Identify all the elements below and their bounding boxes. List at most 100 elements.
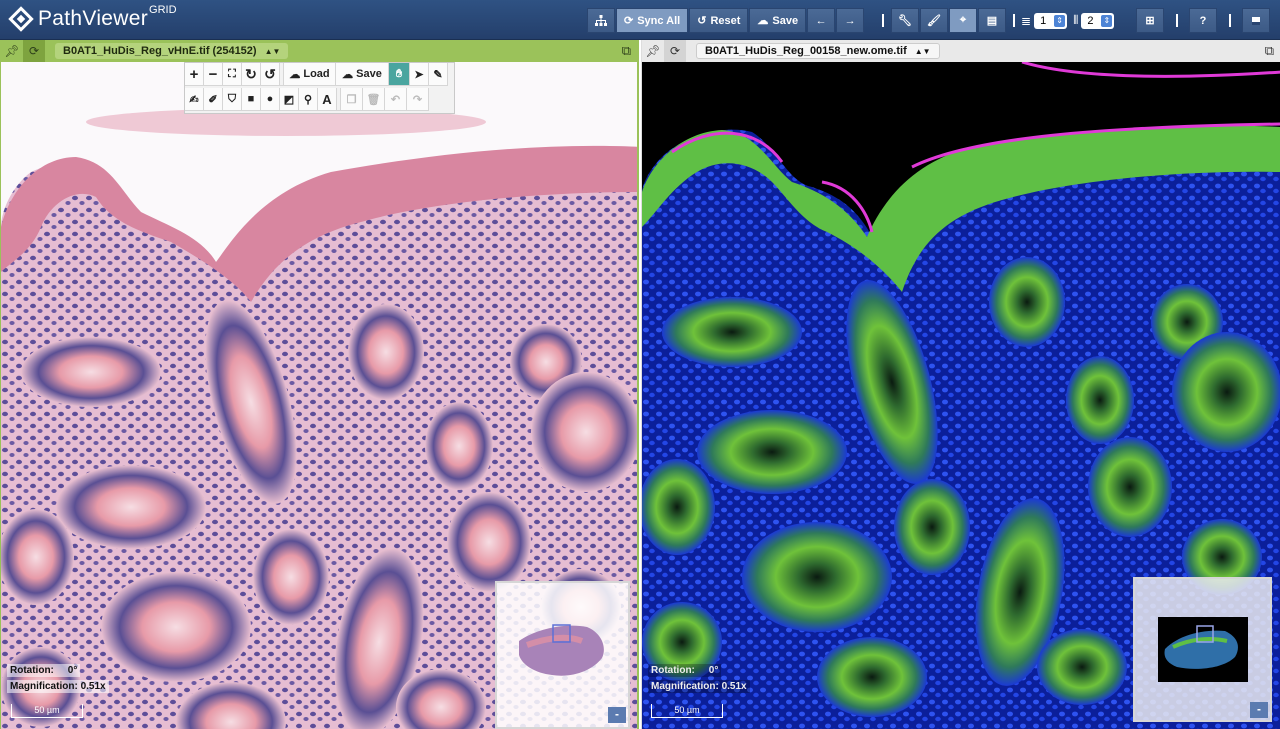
fit-view-button[interactable]: ⛶ <box>223 63 242 86</box>
navigator-minimap[interactable]: - <box>1133 577 1272 722</box>
navigator-minimap[interactable]: - <box>495 581 630 729</box>
list-icon: ▤ <box>986 15 998 27</box>
cloud-upload-icon: ☁ <box>342 68 354 81</box>
ruler-tool-button[interactable]: ◩ <box>280 88 299 111</box>
crosshair-icon: ⌖ <box>959 14 967 26</box>
layout-tools: ⊞ ? <box>1136 8 1271 33</box>
forward-button[interactable]: → <box>836 8 865 33</box>
pen-fill-tool-button[interactable]: ✍︎ <box>185 88 204 111</box>
minimize-icon <box>1252 16 1260 25</box>
marker-tool-button[interactable]: ⚲ <box>299 88 318 111</box>
crosshair-button[interactable]: ⌖ <box>949 8 977 33</box>
help-button[interactable]: ? <box>1189 8 1217 33</box>
scale-bar: 50 µm <box>651 704 723 718</box>
load-label: Load <box>303 68 330 80</box>
wrench-button[interactable]: 🔧︎ <box>891 8 919 33</box>
chevron-updown-icon: ▲▼ <box>264 46 281 56</box>
minus-icon: − <box>208 65 218 83</box>
navigator-thumbnail <box>1158 617 1248 682</box>
text-icon: A <box>322 91 332 107</box>
sync-panel-icon[interactable]: ⟳ <box>23 40 45 62</box>
fluorescence-slide-view[interactable]: Rotation: 0° Magnification: 0.51x 50 µm … <box>642 62 1280 729</box>
sync-all-label: Sync All <box>637 14 681 27</box>
redo-button[interactable]: ↷ <box>407 88 429 111</box>
grid-layout-button[interactable]: ⊞ <box>1136 8 1164 33</box>
panel-title-bar: 📌︎ ⟳ B0AT1_HuDis_Reg_00158_new.ome.tif ▲▼… <box>642 40 1280 62</box>
rotate-ccw-button[interactable]: ↺ <box>261 63 280 86</box>
grid-icon: ⊞ <box>1145 15 1155 27</box>
brush-button[interactable]: 🖌︎ <box>920 8 948 33</box>
help-icon: ? <box>1199 14 1207 27</box>
save-button[interactable]: ☁ Save <box>749 8 807 33</box>
pin-icon[interactable]: 📌︎ <box>642 40 664 62</box>
zoom-in-button[interactable]: + <box>185 63 204 86</box>
rows-stepper[interactable]: 1 ⇕ <box>1034 12 1068 29</box>
circle-icon: ● <box>266 93 274 105</box>
reset-label: Reset <box>710 14 741 27</box>
columns-stepper[interactable]: 2 ⇕ <box>1081 12 1115 29</box>
copy-button[interactable]: ❐ <box>341 88 363 111</box>
polygon-tool-button[interactable]: ⛉ <box>223 88 242 111</box>
rotate-cw-button[interactable]: ↻ <box>242 63 261 86</box>
app-name-superscript: GRID <box>149 4 177 16</box>
open-external-icon[interactable]: ⧉ <box>622 43 631 59</box>
rows-value: 1 <box>1040 14 1047 27</box>
grid-size-tools: ≣ 1 ⇕ ⦀ 2 ⇕ <box>1007 8 1115 33</box>
text-tool-button[interactable]: A <box>318 88 337 111</box>
navigator-minimize-button[interactable]: - <box>608 707 626 723</box>
polygon-icon: ⛉ <box>227 92 237 105</box>
sync-tools: ⟳ Sync All ↺ Reset ☁ Save ← → <box>587 8 865 33</box>
rectangle-tool-button[interactable]: ■ <box>242 88 261 111</box>
spinner-icon[interactable]: ⇕ <box>1054 14 1066 27</box>
list-button[interactable]: ▤ <box>978 8 1006 33</box>
save-label: Save <box>772 14 799 27</box>
cloud-upload-icon: ☁ <box>757 15 769 27</box>
viewer-panel-left: 📌︎ ⟳ B0AT1_HuDis_Reg_vHnE.tif (254152) ▲▼… <box>0 40 639 729</box>
expand-icon: ⛶ <box>228 67 236 80</box>
divider <box>1229 14 1231 27</box>
ellipse-tool-button[interactable]: ● <box>261 88 280 111</box>
delete-button[interactable]: 🗑︎ <box>363 88 385 111</box>
top-bar: PathViewer GRID ⟳ Sync All ↺ Reset ☁ Save ←… <box>0 0 1280 40</box>
file-name: B0AT1_HuDis_Reg_00158_new.ome.tif <box>705 45 907 57</box>
navigator-minimize-button[interactable]: - <box>1250 702 1268 718</box>
load-annotations-button[interactable]: ☁ Load <box>284 63 336 86</box>
hierarchy-icon <box>595 14 607 26</box>
undo-button[interactable]: ↶ <box>385 88 407 111</box>
brush-icon: 🖌︎ <box>927 15 941 27</box>
app-logo: PathViewer GRID <box>8 4 177 32</box>
scale-bar: 50 µm <box>11 704 83 718</box>
zoom-out-button[interactable]: − <box>204 63 223 86</box>
save-annotations-button[interactable]: ☁ Save <box>336 63 389 86</box>
pan-tool-button[interactable]: ✋︎ <box>389 63 410 86</box>
pen-icon: ✎ <box>433 68 443 81</box>
arrow-left-icon: ← <box>815 14 827 27</box>
sync-panel-icon[interactable]: ⟳ <box>664 40 686 62</box>
file-name: B0AT1_HuDis_Reg_vHnE.tif (254152) <box>63 45 257 57</box>
rows-icon: ≣ <box>1021 13 1032 28</box>
pin-icon[interactable]: 📌︎ <box>1 40 23 62</box>
file-select[interactable]: B0AT1_HuDis_Reg_00158_new.ome.tif ▲▼ <box>696 43 940 59</box>
back-button[interactable]: ← <box>807 8 836 33</box>
spinner-icon[interactable]: ⇕ <box>1101 14 1113 27</box>
square-icon: ■ <box>247 93 255 105</box>
logo-diamond-icon <box>8 6 34 32</box>
highlighter-tool-button[interactable]: ✐ <box>204 88 223 111</box>
he-slide-view[interactable]: + − ⛶ ↻ ↺ ☁ Load ☁ Save ✋︎ ➤ ✎ ✍︎ ✐ ⛉ ■ ● … <box>1 62 637 729</box>
navigator-thumbnail <box>519 624 604 676</box>
pointer-icon: ➤ <box>414 68 424 81</box>
hand-icon: ✋︎ <box>395 67 403 80</box>
pen-tool-button[interactable]: ✎ <box>429 63 448 86</box>
chevron-updown-icon: ▲▼ <box>914 46 931 56</box>
wrench-icon: 🔧︎ <box>898 15 912 27</box>
open-external-icon[interactable]: ⧉ <box>1265 43 1274 59</box>
divider <box>882 14 884 27</box>
sync-all-button[interactable]: ⟳ Sync All <box>616 8 689 33</box>
reset-button[interactable]: ↺ Reset <box>689 8 749 33</box>
copy-icon: ❐ <box>346 93 357 106</box>
select-tool-button[interactable]: ➤ <box>410 63 429 86</box>
hierarchy-button[interactable] <box>587 8 615 33</box>
rotate-left-icon: ↺ <box>264 65 276 82</box>
minimize-button[interactable] <box>1242 8 1270 33</box>
file-select[interactable]: B0AT1_HuDis_Reg_vHnE.tif (254152) ▲▼ <box>55 43 289 59</box>
